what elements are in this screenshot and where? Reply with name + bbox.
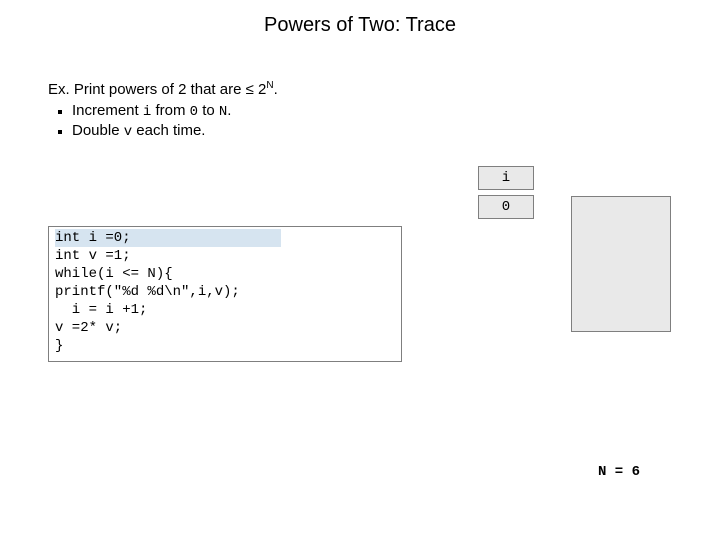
b2-mid: each time. <box>132 122 205 139</box>
b2-pre: Double <box>72 122 124 139</box>
trace-header-i: i <box>478 166 534 190</box>
code-line-7: } <box>55 338 63 354</box>
output-box <box>571 196 671 332</box>
exponent-n: N <box>266 80 273 91</box>
bullet-2: Double v each time. <box>72 122 690 140</box>
n-equals-footer: N = 6 <box>598 464 640 480</box>
code-line-3: while(i <= N){ <box>55 266 173 282</box>
b1-mid2: to <box>198 102 219 119</box>
body: Ex. Print powers of 2 that are ≤ 2N. Inc… <box>48 80 690 142</box>
slide: Powers of Two: Trace Ex. Print powers of… <box>0 0 720 540</box>
code-block: int i =0; int v =1; while(i <= N){ print… <box>48 226 402 362</box>
bullet-list: Increment i from 0 to N. Double v each t… <box>48 102 690 140</box>
code-line-2: int v =1; <box>55 248 131 264</box>
b2-code-v: v <box>124 124 132 140</box>
code-line-5: i = i +1; <box>55 302 147 318</box>
b1-pre: Increment <box>72 102 143 119</box>
b1-code-0: 0 <box>190 104 198 120</box>
example-text-before: Print powers of 2 that are <box>74 81 246 98</box>
slide-title: Powers of Two: Trace <box>0 14 720 37</box>
code-line-6: v =2* v; <box>55 320 122 336</box>
example-line: Ex. Print powers of 2 that are ≤ 2N. <box>48 80 690 98</box>
bullet-1: Increment i from 0 to N. <box>72 102 690 120</box>
b1-post: . <box>227 102 231 119</box>
example-text-after: . <box>274 81 278 98</box>
code-line-4: printf("%d %d\n",i,v); <box>55 284 240 300</box>
leq-symbol: ≤ <box>246 81 254 98</box>
code-line-1-highlighted: int i =0; <box>55 229 281 247</box>
trace-value-0: 0 <box>478 195 534 219</box>
example-label: Ex. <box>48 81 70 98</box>
b1-mid: from <box>151 102 189 119</box>
